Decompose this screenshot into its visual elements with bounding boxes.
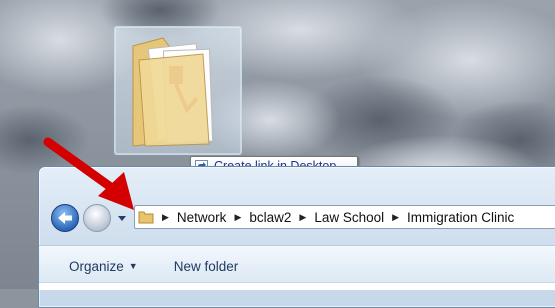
breadcrumb-separator[interactable]: ▶	[392, 212, 399, 223]
breadcrumb-separator[interactable]: ▶	[162, 212, 169, 223]
breadcrumb-law-school[interactable]: Law School	[314, 210, 384, 225]
breadcrumb-immigration-clinic[interactable]: Immigration Clinic	[407, 210, 514, 225]
folder-documents-icon	[132, 37, 214, 147]
breadcrumb-network[interactable]: Network	[177, 210, 227, 225]
organize-label: Organize	[69, 258, 124, 274]
new-folder-button[interactable]: New folder	[174, 259, 239, 274]
command-bar: Organize ▼ New folder	[39, 245, 555, 286]
address-bar[interactable]: ▶ Network ▶ bclaw2 ▶ Law School ▶ Immigr…	[134, 205, 555, 229]
chevron-down-icon: ▼	[128, 261, 138, 271]
organize-menu[interactable]: Organize ▼	[69, 259, 138, 274]
breadcrumb-separator[interactable]: ▶	[299, 212, 306, 223]
breadcrumb-bclaw2[interactable]: bclaw2	[249, 210, 291, 225]
breadcrumb-separator[interactable]: ▶	[234, 212, 241, 223]
annotation-arrow	[43, 137, 134, 210]
